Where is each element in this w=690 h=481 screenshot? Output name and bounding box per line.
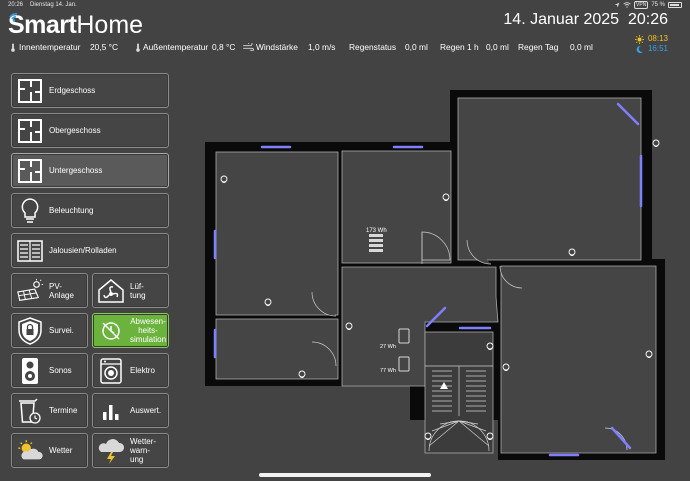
indoor-temp-value: 20,5 °C xyxy=(90,42,119,52)
nav-beleuchtung-label: Beleuchtung xyxy=(49,206,94,215)
floorplan-icon xyxy=(16,117,44,145)
nav-wetter-label: Wetter xyxy=(49,446,73,455)
nav-erdgeschoss-button[interactable]: Erdgeschoss xyxy=(11,73,169,108)
sunrise-time: 08:13 xyxy=(647,34,668,43)
app-logo: Smart Home xyxy=(8,11,144,40)
status-time: 20:26 xyxy=(8,2,24,8)
nav-surveillance-label: Survei. xyxy=(49,326,74,335)
indoor-temp-label: Innentemperatur xyxy=(19,42,81,52)
floorplan-icon xyxy=(16,77,44,105)
ventilation-icon xyxy=(97,277,125,305)
nav-elektro-label: Elektro xyxy=(130,366,155,375)
nav-obergeschoss-button[interactable]: Obergeschoss xyxy=(11,113,169,148)
absence-clock-icon xyxy=(97,317,125,345)
device-1-energy-value: 27 Wh xyxy=(380,344,396,350)
outdoor-temp-value: 0,8 °C xyxy=(212,42,236,52)
rain-day-value: 0,0 ml xyxy=(570,42,593,52)
rack-energy-value: 173 Wh xyxy=(366,228,387,234)
solar-panel-icon xyxy=(16,277,44,305)
status-bar: 20:26 Dienstag 14. Jan. VPN 75 % xyxy=(0,0,690,10)
sun-times: 08:13 16:51 xyxy=(634,34,668,54)
nav-lueftung-button[interactable]: Lüf- tung xyxy=(92,273,169,308)
rain-1h-value: 0,0 ml xyxy=(486,42,509,52)
logo-wifi-icon xyxy=(9,13,18,22)
nav-lueftung-label: Lüf- tung xyxy=(130,281,146,300)
wind-label: Windstärke xyxy=(256,42,298,52)
header-time: 20:26 xyxy=(627,11,668,28)
waste-bin-icon xyxy=(16,397,44,425)
rain-status-label: Regenstatus xyxy=(349,42,397,52)
rain-1h-label: Regen 1 h xyxy=(440,42,479,52)
nav-erdgeschoss-label: Erdgeschoss xyxy=(49,86,96,95)
floorplan-icon xyxy=(16,157,44,185)
storm-cloud-icon xyxy=(97,437,125,465)
nav-surveillance-button[interactable]: Survei. xyxy=(11,313,88,348)
nav-sonos-label: Sonos xyxy=(49,366,72,375)
nav-sonos-button[interactable]: Sonos xyxy=(11,353,88,388)
thermometer-icon xyxy=(10,43,16,54)
battery-icon xyxy=(668,2,682,8)
room-left-upper[interactable] xyxy=(215,151,339,316)
nav-pv-label: PV- Anlage xyxy=(49,281,74,300)
bar-chart-icon xyxy=(97,397,125,425)
shield-icon xyxy=(16,316,44,345)
vpn-badge: VPN xyxy=(634,1,649,9)
wind-icon xyxy=(243,41,254,53)
location-icon xyxy=(614,2,620,8)
nav-jalousien-label: Jalousien/Rolladen xyxy=(49,246,117,255)
speaker-icon xyxy=(16,357,44,385)
washing-machine-icon xyxy=(97,357,125,385)
nav-wetterwarnung-button[interactable]: Wetter- warn- ung xyxy=(92,433,169,468)
outdoor-thermometer-icon xyxy=(135,43,141,54)
blinds-icon xyxy=(16,237,44,265)
wind-value: 1,0 m/s xyxy=(308,42,336,52)
home-indicator[interactable] xyxy=(259,473,431,477)
sunset-time: 16:51 xyxy=(647,44,668,53)
nav-termine-button[interactable]: Termine xyxy=(11,393,88,428)
nav-untergeschoss-label: Untergeschoss xyxy=(49,166,103,175)
lightbulb-icon xyxy=(16,197,44,225)
room-top-right[interactable] xyxy=(457,97,642,261)
nav-elektro-button[interactable]: Elektro xyxy=(92,353,169,388)
sun-icon xyxy=(634,34,644,44)
brand-name-light: Home xyxy=(76,11,144,39)
lamp-icon[interactable] xyxy=(652,139,660,147)
nav-wetter-button[interactable]: Wetter xyxy=(11,433,88,468)
nav-abwesenheit-button[interactable]: Abwesen- heits- simulation xyxy=(92,313,169,348)
room-bottom-right[interactable] xyxy=(500,265,657,454)
nav-jalousien-button[interactable]: Jalousien/Rolladen xyxy=(11,233,169,268)
nav-obergeschoss-label: Obergeschoss xyxy=(49,126,101,135)
nav-pv-button[interactable]: PV- Anlage xyxy=(11,273,88,308)
nav-auswertung-button[interactable]: Auswert. xyxy=(92,393,169,428)
moon-icon xyxy=(636,45,644,53)
status-date: Dienstag 14. Jan. xyxy=(30,2,77,8)
header-datetime: 14. Januar 2025 20:26 xyxy=(503,11,668,29)
nav-untergeschoss-button[interactable]: Untergeschoss xyxy=(11,153,169,188)
wifi-icon xyxy=(623,2,631,8)
rain-day-label: Regen Tag xyxy=(518,42,559,52)
battery-percent: 75 % xyxy=(651,2,665,8)
nav-auswertung-label: Auswert. xyxy=(130,406,162,415)
weather-sun-cloud-icon xyxy=(16,437,44,465)
nav-wetterwarnung-label: Wetter- warn- ung xyxy=(130,437,157,464)
device-2-energy-value: 77 Wh xyxy=(380,368,396,374)
nav-termine-label: Termine xyxy=(49,406,78,415)
floor-plan: 173 Wh 27 Wh 77 Wh xyxy=(205,90,665,460)
header-date: 14. Januar 2025 xyxy=(503,11,620,28)
rain-status-value: 0,0 ml xyxy=(405,42,428,52)
outdoor-temp-label: Außentemperatur xyxy=(143,42,209,52)
nav-abwesenheit-label: Abwesen- heits- simulation xyxy=(130,317,167,344)
nav-beleuchtung-button[interactable]: Beleuchtung xyxy=(11,193,169,228)
